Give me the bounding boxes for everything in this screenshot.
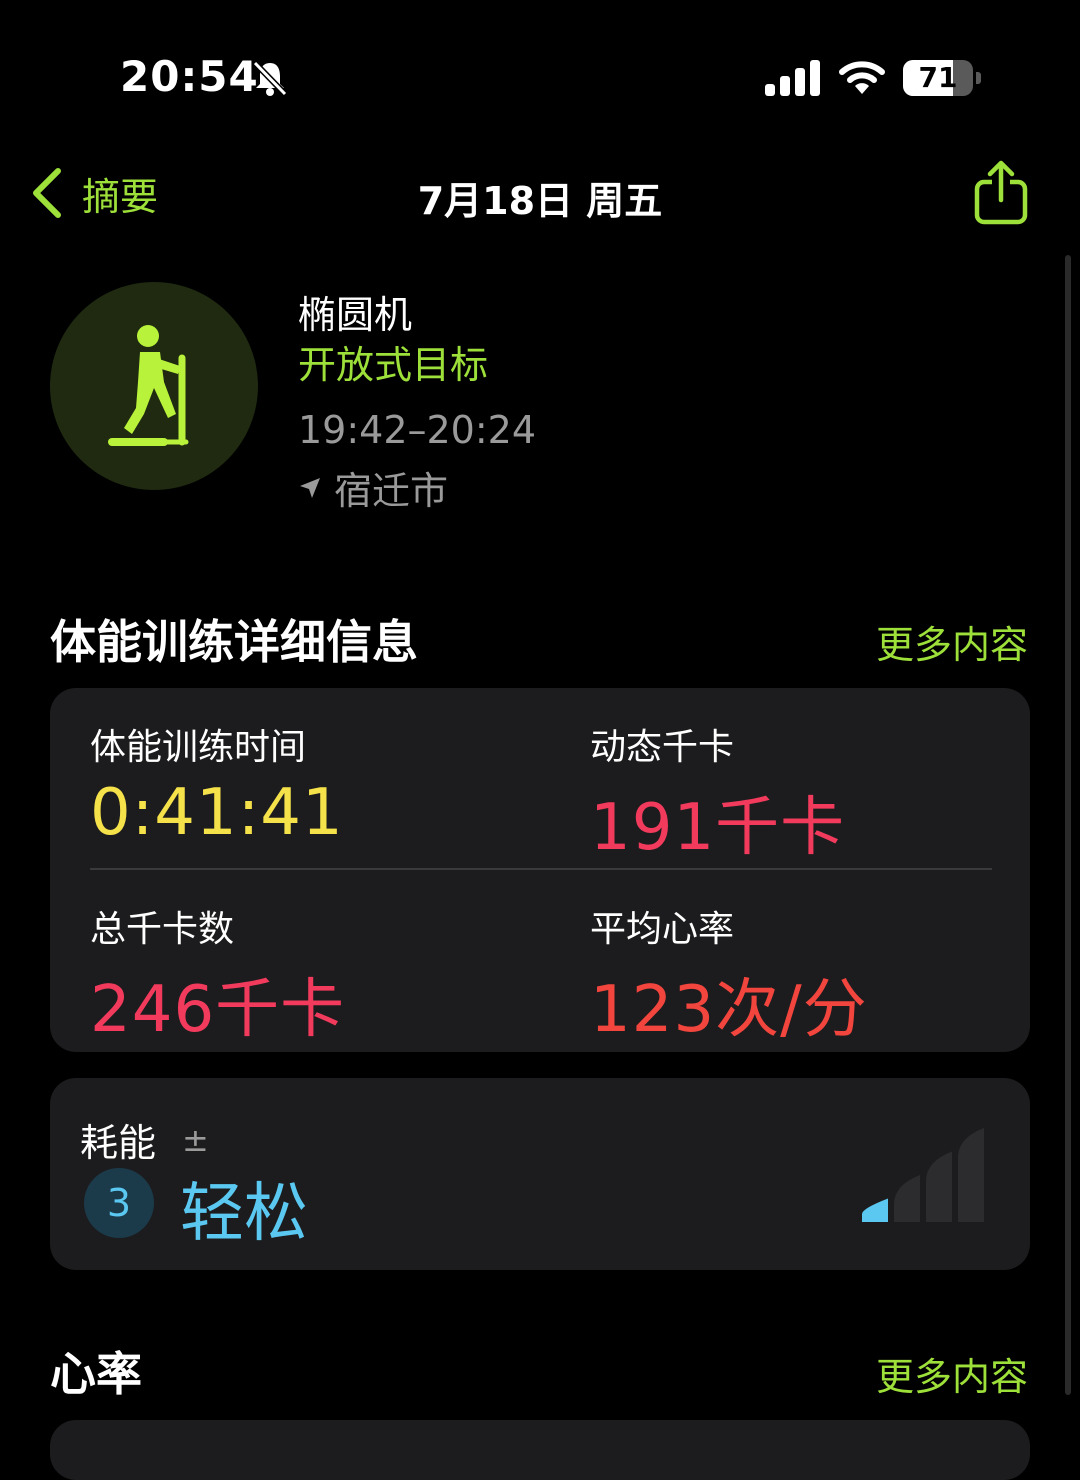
effort-bar: [894, 1175, 920, 1222]
location-text: 宿迁市: [334, 469, 449, 513]
heart-rate-section-title: 心率: [50, 1347, 142, 1401]
effort-label-text: 耗能: [80, 1121, 157, 1165]
battery-icon: 71: [903, 60, 983, 98]
bell-slash-icon: [252, 60, 288, 97]
scrollbar[interactable]: [1065, 255, 1071, 1395]
effort-bar: [862, 1198, 888, 1222]
metric-workout-time: 体能训练时间 0:41:41: [90, 718, 344, 850]
elliptical-icon: [108, 325, 189, 446]
metric-total-calories: 总千卡数 246千卡: [90, 900, 345, 1050]
metric-label: 总千卡数: [90, 909, 235, 950]
workout-goal: 开放式目标: [298, 343, 489, 387]
effort-bar: [958, 1128, 984, 1222]
workout-name: 椭圆机: [298, 293, 413, 337]
share-icon[interactable]: [972, 160, 1030, 226]
divider: [90, 868, 992, 870]
status-time: 20:54: [120, 52, 259, 101]
heart-rate-card: [50, 1420, 1030, 1480]
effort-level-text: 轻松: [180, 1177, 308, 1251]
effort-bar: [926, 1151, 952, 1222]
page-title: 7月18日 周五: [417, 179, 663, 223]
metric-active-calories: 动态千卡 191千卡: [590, 718, 845, 868]
effort-label: 耗能 ±: [80, 1112, 209, 1167]
metric-value: 0:41:41: [90, 776, 344, 850]
metric-value: 191千卡: [590, 791, 846, 865]
details-section-title: 体能训练详细信息: [50, 615, 418, 669]
metric-value: 246千卡: [90, 973, 346, 1047]
effort-bars-icon: [862, 1128, 984, 1222]
workout-badge: [50, 282, 258, 490]
effort-level-badge: 3: [84, 1168, 154, 1238]
details-more-link[interactable]: 更多内容: [876, 614, 1028, 669]
cellular-signal-icon: [765, 60, 820, 96]
effort-card[interactable]: 耗能 ± 3 轻松: [50, 1078, 1030, 1270]
details-card: 体能训练时间 0:41:41 动态千卡 191千卡 总千卡数 246千卡 平均心…: [50, 688, 1030, 1052]
battery-level: 71: [918, 61, 958, 94]
effort-info-icon[interactable]: ±: [182, 1121, 209, 1159]
heart-rate-more-link[interactable]: 更多内容: [876, 1346, 1028, 1401]
wifi-icon: [839, 61, 885, 94]
workout-time-range: 19:42–20:24: [298, 408, 537, 452]
workout-location: 宿迁市: [298, 460, 448, 515]
metric-label: 体能训练时间: [90, 727, 307, 768]
metric-label: 动态千卡: [590, 727, 735, 768]
location-arrow-icon: [300, 477, 320, 498]
metric-avg-heart-rate: 平均心率 123次/分: [590, 900, 868, 1050]
status-bar: 20:54 71: [0, 0, 1080, 150]
metric-label: 平均心率: [590, 909, 735, 950]
metric-value: 123次/分: [590, 973, 868, 1047]
